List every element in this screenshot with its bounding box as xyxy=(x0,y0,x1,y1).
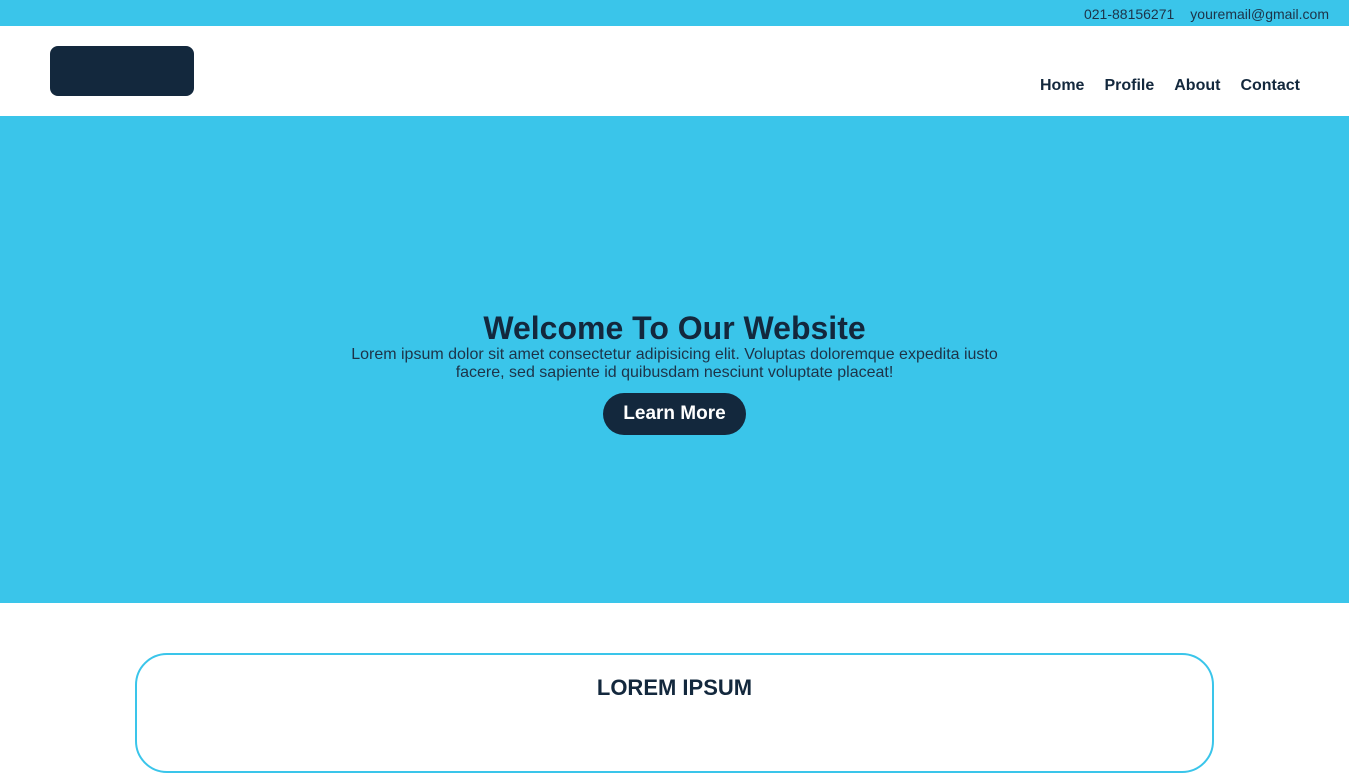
hero-title: Welcome To Our Website xyxy=(483,310,866,346)
nav-item-home[interactable]: Home xyxy=(1040,77,1084,95)
top-contact-bar: 021-88156271 youremail@gmail.com xyxy=(0,0,1349,26)
main-nav: Home Profile About Contact xyxy=(1040,77,1300,95)
hero-section: Welcome To Our Website Lorem ipsum dolor… xyxy=(0,116,1349,603)
site-header: Home Profile About Contact xyxy=(0,26,1349,116)
content-card: LOREM IPSUM xyxy=(135,653,1214,773)
hero-description: Lorem ipsum dolor sit amet consectetur a… xyxy=(351,346,998,381)
phone-number[interactable]: 021-88156271 xyxy=(1084,6,1174,22)
nav-item-profile[interactable]: Profile xyxy=(1104,77,1154,95)
nav-item-contact[interactable]: Contact xyxy=(1240,77,1300,95)
site-logo[interactable] xyxy=(50,46,194,96)
email-address[interactable]: youremail@gmail.com xyxy=(1190,6,1329,22)
learn-more-button[interactable]: Learn More xyxy=(603,393,746,435)
section-title: LOREM IPSUM xyxy=(596,675,753,700)
contact-info: 021-88156271 youremail@gmail.com xyxy=(1084,6,1329,22)
nav-item-about[interactable]: About xyxy=(1174,77,1220,95)
